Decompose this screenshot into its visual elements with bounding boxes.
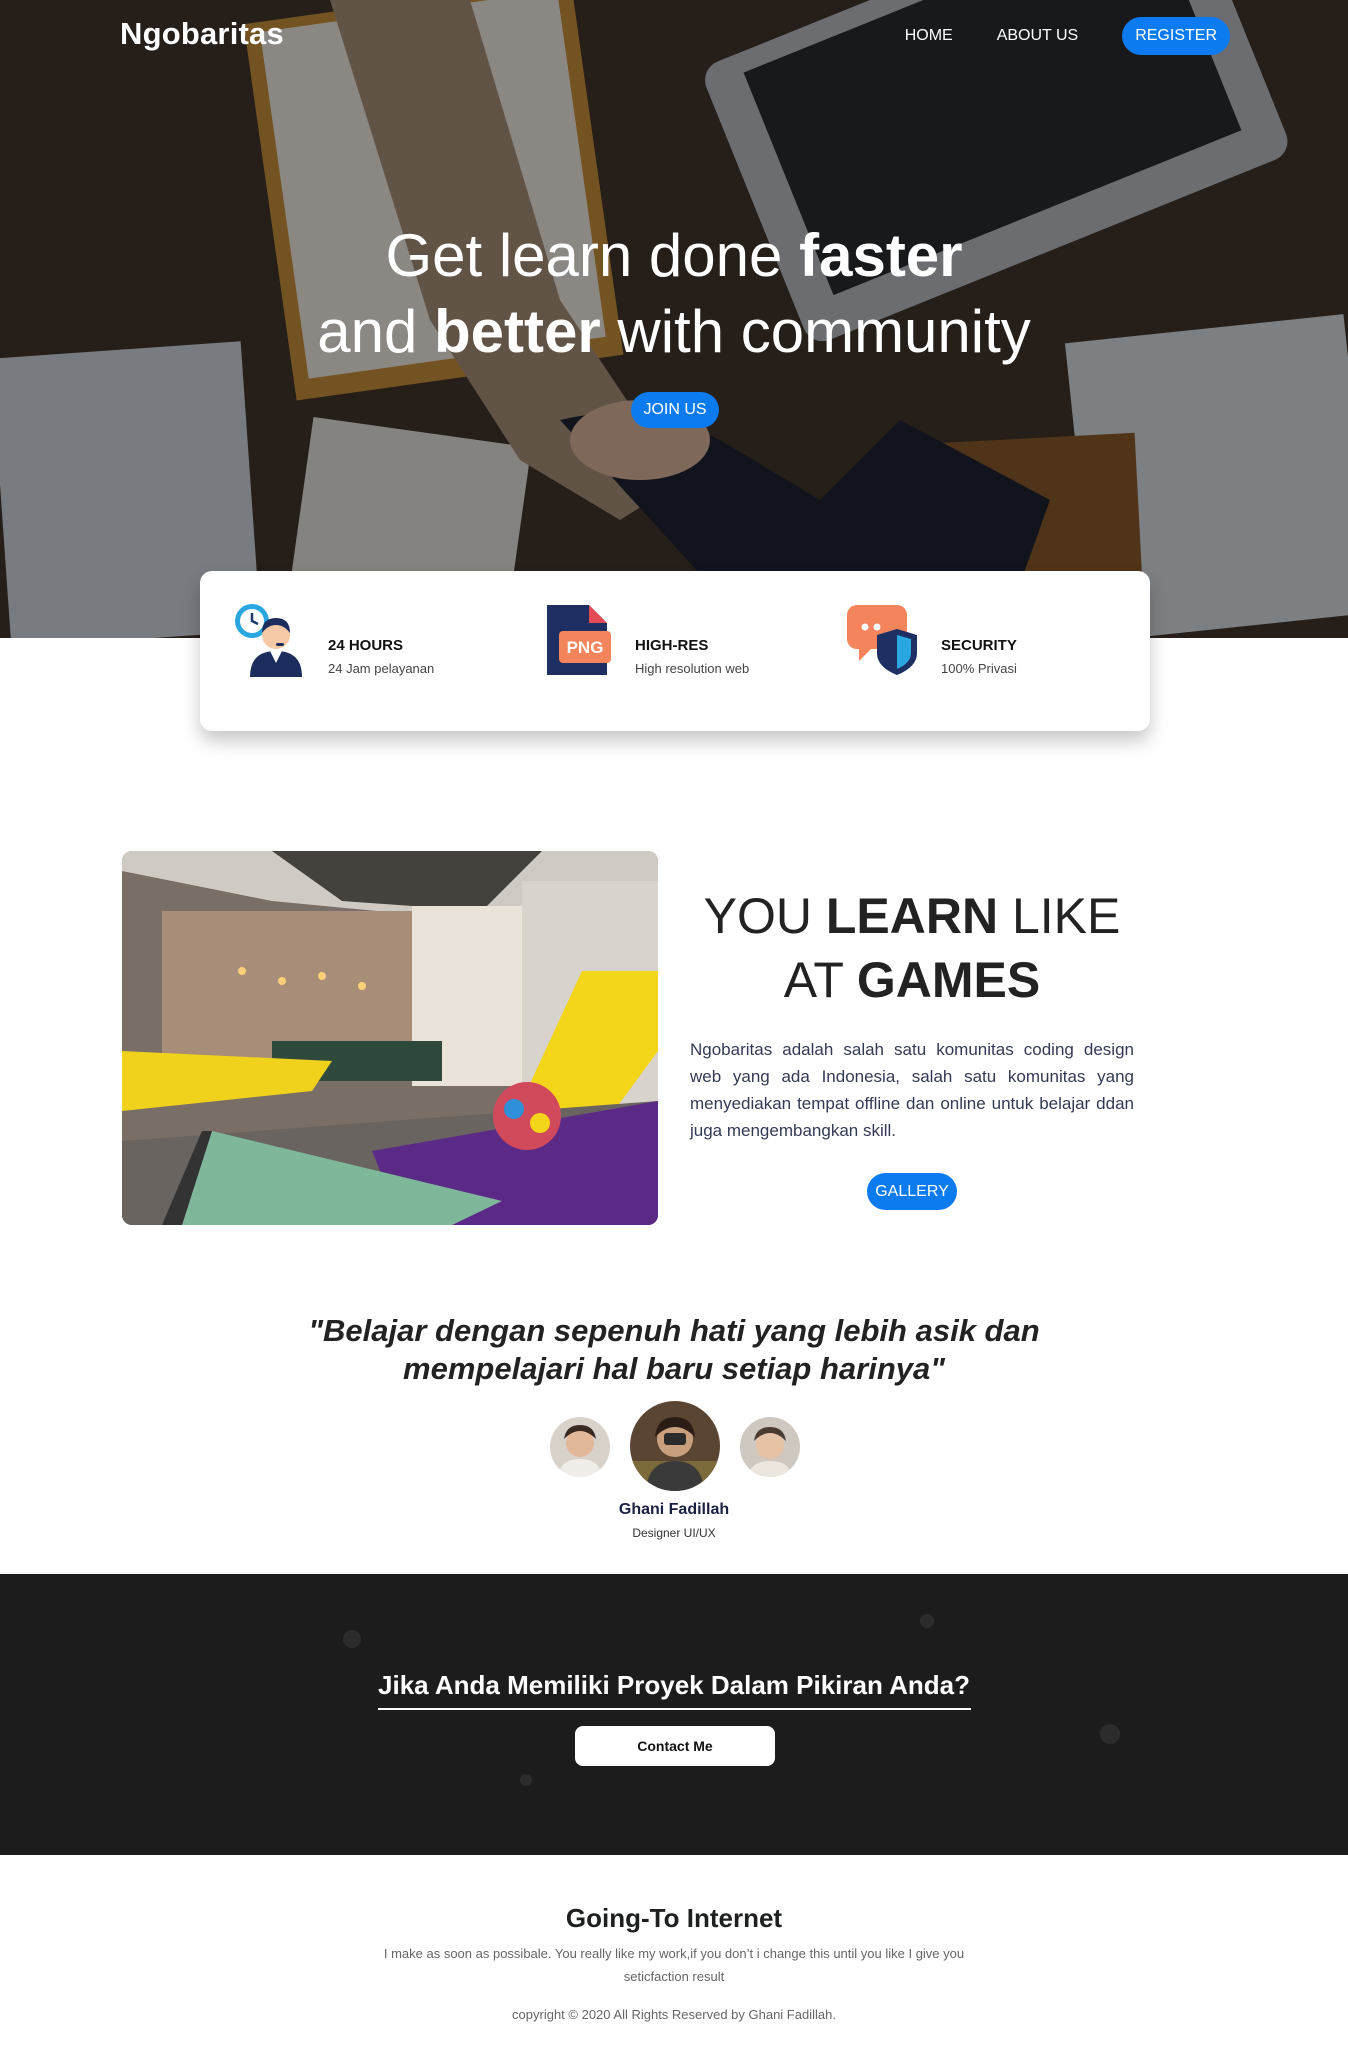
decorative-dot (520, 1774, 532, 1786)
learn-title-text: LIKE (998, 888, 1121, 944)
testimonial-quote: "Belajar dengan sepenuh hati yang lebih … (0, 1312, 1348, 1388)
cta-underline (378, 1708, 971, 1710)
learn-description: Ngobaritas adalah salah satu komunitas c… (690, 1040, 1134, 1140)
chat-shield-icon (847, 605, 917, 675)
decorative-dot (920, 1614, 934, 1628)
avatar-active[interactable] (630, 1401, 720, 1491)
learn-title-emphasis: LEARN (825, 888, 999, 944)
hero-text: and (317, 298, 434, 365)
learn-title-text: AT (783, 952, 857, 1008)
gallery-button[interactable]: GALLERY (867, 1173, 957, 1210)
feature-subtitle: 100% Privasi (941, 661, 1017, 676)
customer-service-clock-icon (235, 604, 302, 677)
hero-emphasis: better (433, 298, 601, 365)
hero-text: with community (600, 298, 1031, 365)
learn-section-title: YOU LEARN LIKE AT GAMES (690, 884, 1134, 1012)
nav-home-link[interactable]: HOME (905, 27, 953, 45)
hero-line-2: and better with community (317, 298, 1031, 365)
decorative-dot (343, 1630, 361, 1648)
join-us-button[interactable]: JOIN US (631, 392, 719, 428)
contact-cta-section: Jika Anda Memiliki Proyek Dalam Pikiran … (0, 1574, 1348, 1855)
feature-title: 24 HOURS (328, 637, 404, 654)
feature-security: SECURITY 100% Privasi (845, 601, 1105, 691)
avatar-photo (630, 1401, 720, 1491)
nav-about-link[interactable]: ABOUT US (997, 27, 1079, 45)
avatar[interactable] (550, 1417, 610, 1477)
avatar-photo (740, 1417, 800, 1477)
decorative-dot (1100, 1724, 1120, 1744)
footer-description: I make as soon as possibale. You really … (383, 1946, 965, 1984)
feature-high-res: PNG HIGH-RES High resolution web (539, 601, 799, 691)
register-button[interactable]: REGISTER (1122, 17, 1230, 55)
hero-emphasis: faster (799, 222, 963, 289)
png-badge-text: PNG (567, 638, 604, 657)
hero-line-1: Get learn done faster (385, 222, 962, 289)
footer-copyright: copyright © 2020 All Rights Reserved by … (512, 2007, 836, 2022)
hero-headline: Get learn done faster and better with co… (0, 218, 1348, 370)
feature-title: HIGH-RES (635, 637, 709, 654)
learning-space-illustration (122, 851, 658, 1225)
learn-title-emphasis: GAMES (856, 952, 1041, 1008)
hero-text: Get learn done (385, 222, 800, 289)
testimonial-name: Ghani Fadillah (618, 1501, 730, 1518)
brand-logo[interactable]: Ngobaritas (120, 16, 284, 52)
features-card: 24 HOURS 24 Jam pelayanan PNG HIGH-RES H… (200, 571, 1150, 731)
avatar[interactable] (740, 1417, 800, 1477)
footer-title: Going-To Internet (565, 1903, 783, 1933)
contact-me-button[interactable]: Contact Me (575, 1726, 775, 1766)
feature-subtitle: High resolution web (635, 661, 750, 676)
testimonial-role: Designer UI/UX (632, 1526, 716, 1540)
png-file-icon: PNG (547, 605, 611, 675)
cta-title: Jika Anda Memiliki Proyek Dalam Pikiran … (378, 1670, 970, 1700)
learning-space-photo (122, 851, 658, 1225)
learn-title-text: YOU (703, 888, 826, 944)
top-navigation: HOME ABOUT US REGISTER (905, 17, 1230, 55)
feature-title: SECURITY (941, 637, 1017, 654)
feature-24-hours: 24 HOURS 24 Jam pelayanan (232, 601, 492, 691)
quote-line: "Belajar dengan sepenuh hati yang lebih … (308, 1313, 1040, 1348)
quote-line: mempelajari hal baru setiap harinya" (403, 1351, 945, 1386)
feature-subtitle: 24 Jam pelayanan (328, 661, 435, 676)
hero-section: Ngobaritas HOME ABOUT US REGISTER Get le… (0, 0, 1348, 638)
avatar-photo (550, 1417, 610, 1477)
